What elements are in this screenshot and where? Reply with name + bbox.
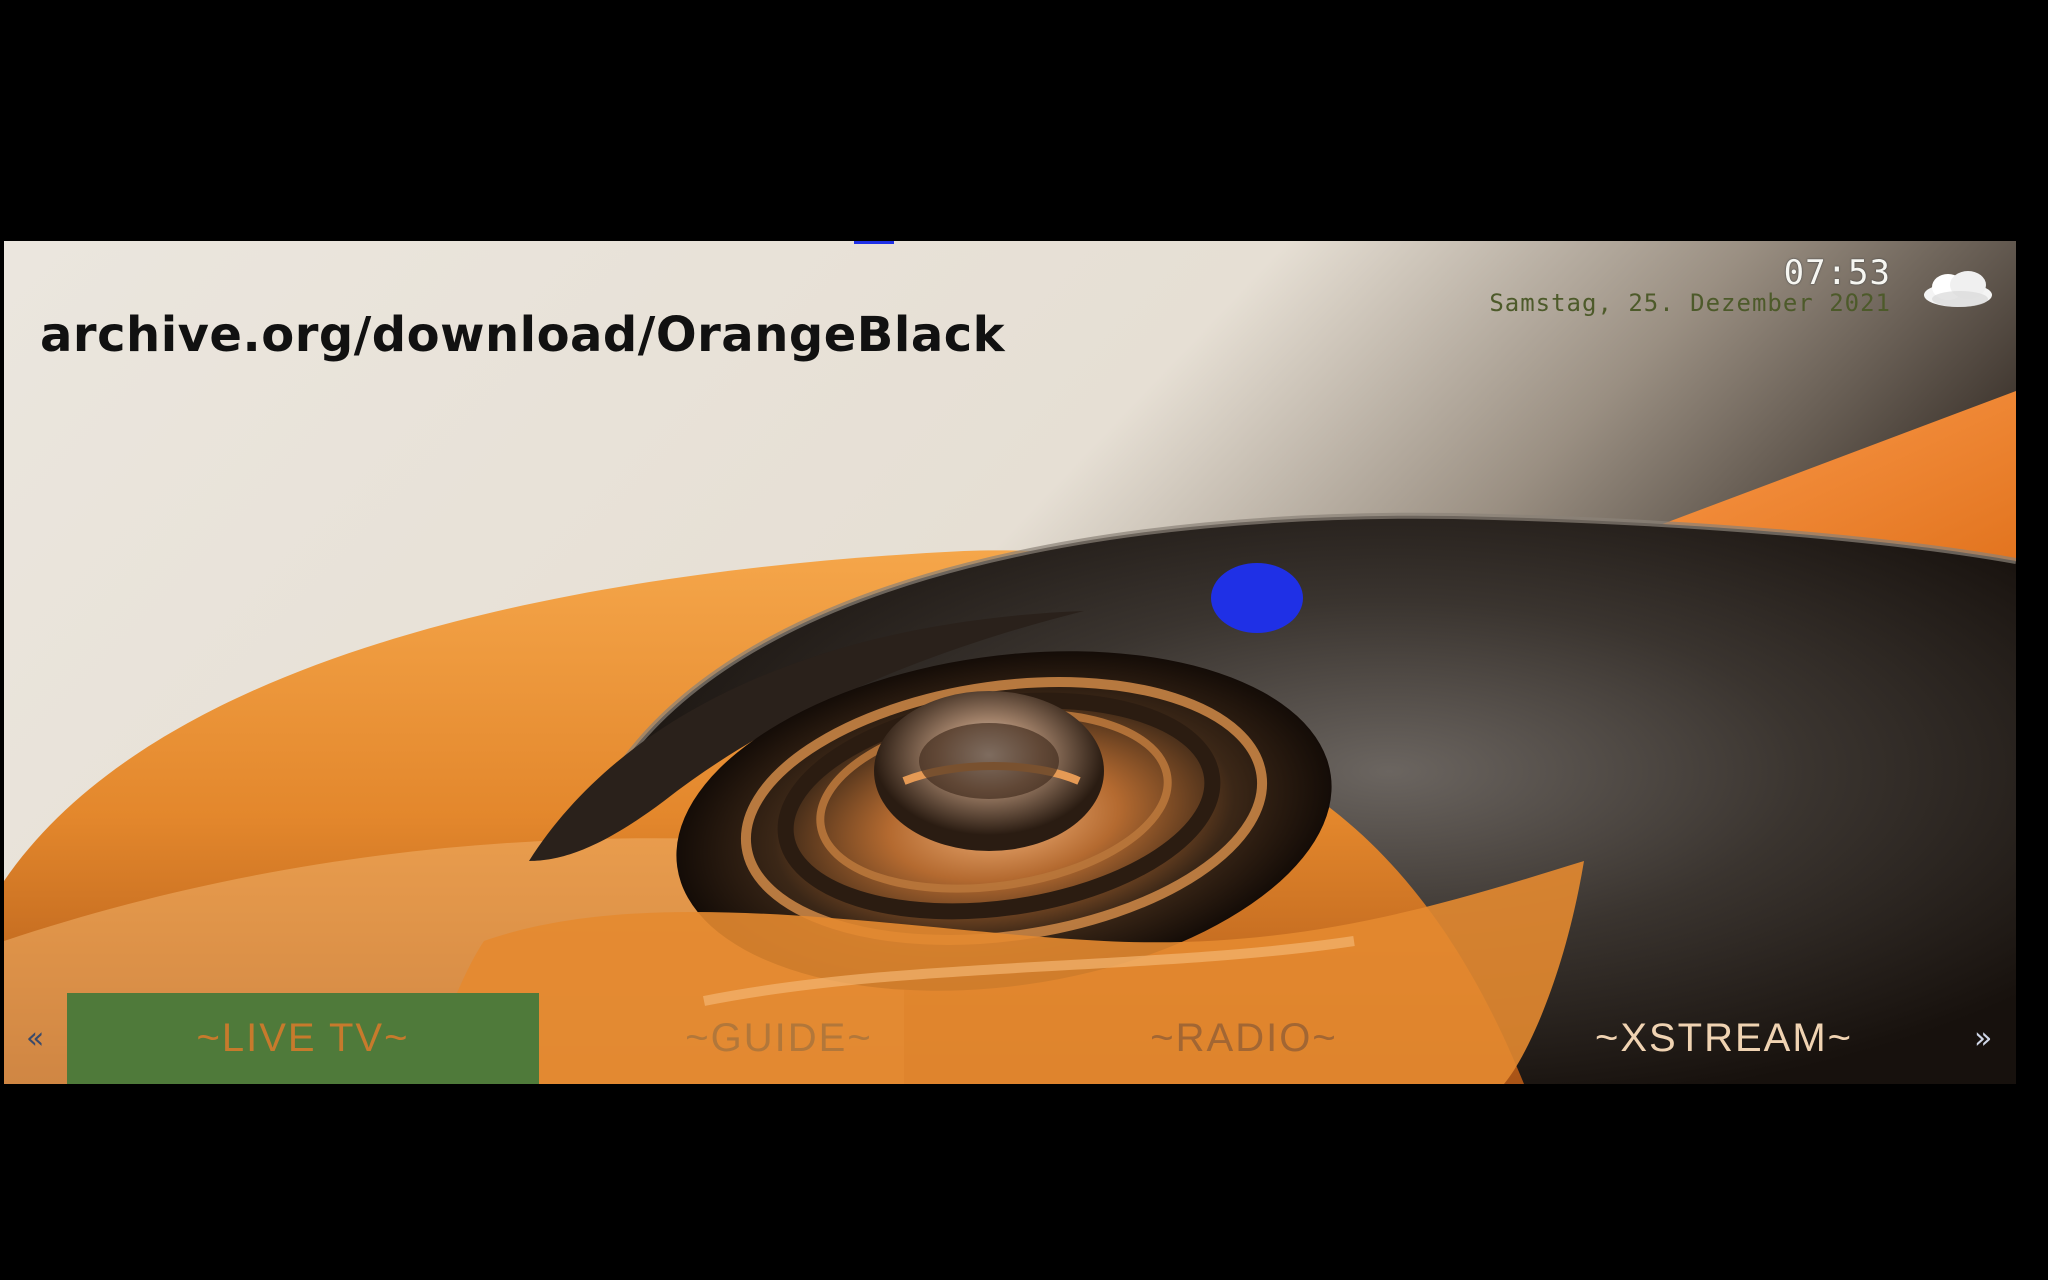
cloud-icon	[1924, 271, 1992, 307]
top-indicator	[854, 241, 894, 244]
menu-item-xstream[interactable]: ~XSTREAM~	[1564, 993, 1884, 1084]
clock-date: Samstag, 25. Dezember 2021	[1489, 289, 1891, 317]
menu-item-live-tv[interactable]: ~LIVE TV~	[67, 993, 539, 1084]
url-overlay-text: archive.org/download/OrangeBlack	[40, 307, 1006, 363]
scroll-right-icon[interactable]: »	[1974, 993, 1992, 1084]
orange-black-wallpaper	[4, 241, 2016, 1084]
menu-item-radio[interactable]: ~RADIO~	[1124, 993, 1364, 1084]
pointer-cursor	[1211, 563, 1303, 633]
scroll-left-icon[interactable]: «	[26, 993, 44, 1084]
main-menu-bar: « ~LIVE TV~ ~GUIDE~ ~RADIO~ ~XSTREAM~ »	[4, 993, 2016, 1084]
clock-time: 07:53	[1783, 253, 1891, 293]
tv-screen: archive.org/download/OrangeBlack 07:53 S…	[4, 241, 2016, 1084]
menu-item-guide[interactable]: ~GUIDE~	[644, 993, 914, 1084]
